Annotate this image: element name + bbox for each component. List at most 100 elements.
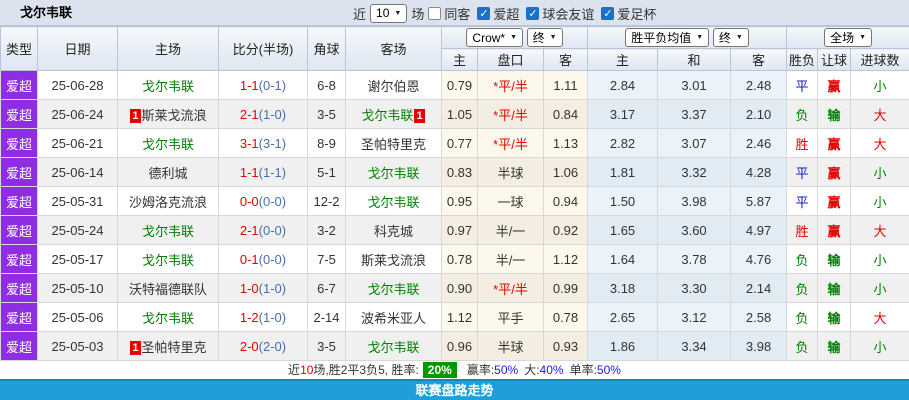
rank-badge: 1 — [130, 341, 140, 355]
spread-cell: 赢 — [818, 129, 851, 158]
half-score: (0-0) — [259, 223, 286, 238]
avg-draw-cell: 3.98 — [658, 187, 731, 216]
handicap-cell: 半/一 — [478, 245, 544, 274]
corners-cell: 5-1 — [308, 158, 346, 187]
handicap-cell: 一球 — [478, 187, 544, 216]
spread-value: 输 — [828, 108, 841, 123]
away-odds-cell: 1.11 — [544, 71, 588, 100]
spread-value: 输 — [828, 282, 841, 297]
avg-draw-cell: 3.07 — [658, 129, 731, 158]
league-filter-label: 爱超 — [493, 4, 519, 23]
avg-lose-cell: 3.98 — [731, 332, 787, 361]
table-row: 爱超25-06-241斯莱戈流浪2-1(1-0)3-5戈尔韦联11.05*平/半… — [1, 100, 909, 129]
home-team-cell: 戈尔韦联 — [118, 129, 219, 158]
spread-value: 赢 — [828, 166, 841, 181]
half-score: (0-0) — [259, 194, 286, 209]
col-header-avg-lose: 客 — [731, 49, 787, 71]
home-team-name: 戈尔韦联 — [142, 224, 194, 239]
avg-draw-cell: 3.78 — [658, 245, 731, 274]
score-cell: 2-0(2-0) — [219, 332, 308, 361]
corners-cell: 12-2 — [308, 187, 346, 216]
table-row: 爱超25-06-28戈尔韦联1-1(0-1)6-8谢尔伯恩0.79*平/半1.1… — [1, 71, 909, 100]
avg-win-cell: 3.18 — [588, 274, 658, 303]
half-score: (3-1) — [259, 136, 286, 151]
handicap-cell: *平/半 — [478, 71, 544, 100]
scope-select[interactable]: 全场▼ — [824, 28, 872, 47]
league-cell: 爱超 — [1, 216, 38, 245]
full-score: 1-2 — [240, 310, 259, 325]
goals-value: 大 — [874, 311, 887, 326]
corners-cell: 3-5 — [308, 100, 346, 129]
spread-value: 赢 — [828, 195, 841, 210]
avg-lose-cell: 2.58 — [731, 303, 787, 332]
col-header-corners: 角球 — [308, 27, 346, 71]
avg-lose-cell: 2.48 — [731, 71, 787, 100]
table-row: 爱超25-06-21戈尔韦联3-1(3-1)8-9圣帕特里克0.77*平/半1.… — [1, 129, 909, 158]
league-filter-checkbox[interactable] — [477, 7, 490, 20]
away-odds-cell: 1.12 — [544, 245, 588, 274]
summary-near-num: 10 — [300, 363, 313, 377]
avg-stage-select[interactable]: 终▼ — [713, 28, 749, 47]
avg-lose-cell: 2.14 — [731, 274, 787, 303]
full-score: 2-0 — [240, 339, 259, 354]
spread-cell: 输 — [818, 245, 851, 274]
result-value: 负 — [796, 340, 809, 355]
games-label: 场 — [411, 4, 424, 23]
away-team-cell: 戈尔韦联 — [346, 332, 442, 361]
date-cell: 25-05-24 — [38, 216, 118, 245]
result-cell: 胜 — [787, 216, 818, 245]
goals-cell: 小 — [851, 274, 909, 303]
home-odds-cell: 1.05 — [442, 100, 478, 129]
summary-near-label: 近 — [288, 363, 300, 377]
date-cell: 25-05-03 — [38, 332, 118, 361]
half-score: (1-0) — [259, 107, 286, 122]
goals-value: 大 — [874, 137, 887, 152]
home-team-cell: 沙姆洛克流浪 — [118, 187, 219, 216]
league-cell: 爱超 — [1, 303, 38, 332]
chevron-down-icon: ▼ — [550, 34, 557, 41]
home-odds-cell: 0.97 — [442, 216, 478, 245]
goals-cell: 大 — [851, 100, 909, 129]
match-history-table: 类型 日期 主场 比分(半场) 角球 客场 Crow*▼ 终▼ 胜平负均值▼ 终… — [0, 26, 909, 361]
away-team-cell: 戈尔韦联 — [346, 158, 442, 187]
bookmaker-select[interactable]: Crow*▼ — [466, 28, 523, 47]
result-cell: 胜 — [787, 129, 818, 158]
away-team-name: 戈尔韦联 — [367, 166, 419, 181]
league-cell: 爱超 — [1, 332, 38, 361]
recent-games-select[interactable]: 10▼ — [370, 4, 407, 23]
league-cell: 爱超 — [1, 71, 38, 100]
result-value: 负 — [796, 253, 809, 268]
away-team-name: 戈尔韦联 — [367, 340, 419, 355]
same-away-checkbox[interactable] — [428, 7, 441, 20]
avg-draw-cell: 3.34 — [658, 332, 731, 361]
handicap-cell: 半/一 — [478, 216, 544, 245]
big-rate-value: 40% — [540, 363, 564, 377]
table-group-header-row: 类型 日期 主场 比分(半场) 角球 客场 Crow*▼ 终▼ 胜平负均值▼ 终… — [1, 27, 909, 49]
home-odds-cell: 0.90 — [442, 274, 478, 303]
avg-win-cell: 1.64 — [588, 245, 658, 274]
league-cell: 爱超 — [1, 100, 38, 129]
score-cell: 1-0(1-0) — [219, 274, 308, 303]
away-team-cell: 斯莱戈流浪 — [346, 245, 442, 274]
bookmaker-stage-select[interactable]: 终▼ — [527, 28, 563, 47]
cup-filter-checkbox[interactable] — [601, 7, 614, 20]
col-header-odds-away: 客 — [544, 49, 588, 71]
handicap-value: *平/半 — [493, 137, 528, 152]
result-cell: 负 — [787, 303, 818, 332]
home-odds-cell: 0.96 — [442, 332, 478, 361]
col-header-goals: 进球数 — [851, 49, 909, 71]
match-history-panel: 戈尔韦联 近 10▼ 场 同客 爱超 球会友谊 爱足杯 类型 日期 主场 — [0, 0, 909, 400]
goals-cell: 小 — [851, 187, 909, 216]
avg-odds-select[interactable]: 胜平负均值▼ — [625, 28, 709, 47]
result-cell: 平 — [787, 158, 818, 187]
date-cell: 25-06-24 — [38, 100, 118, 129]
result-cell: 负 — [787, 274, 818, 303]
goals-value: 小 — [874, 166, 887, 181]
same-away-label: 同客 — [444, 4, 470, 23]
friendly-filter-checkbox[interactable] — [526, 7, 539, 20]
home-team-cell: 戈尔韦联 — [118, 303, 219, 332]
handicap-value: 半球 — [497, 166, 523, 181]
home-team-cell: 沃特福德联队 — [118, 274, 219, 303]
avg-win-cell: 1.65 — [588, 216, 658, 245]
corners-cell: 3-2 — [308, 216, 346, 245]
